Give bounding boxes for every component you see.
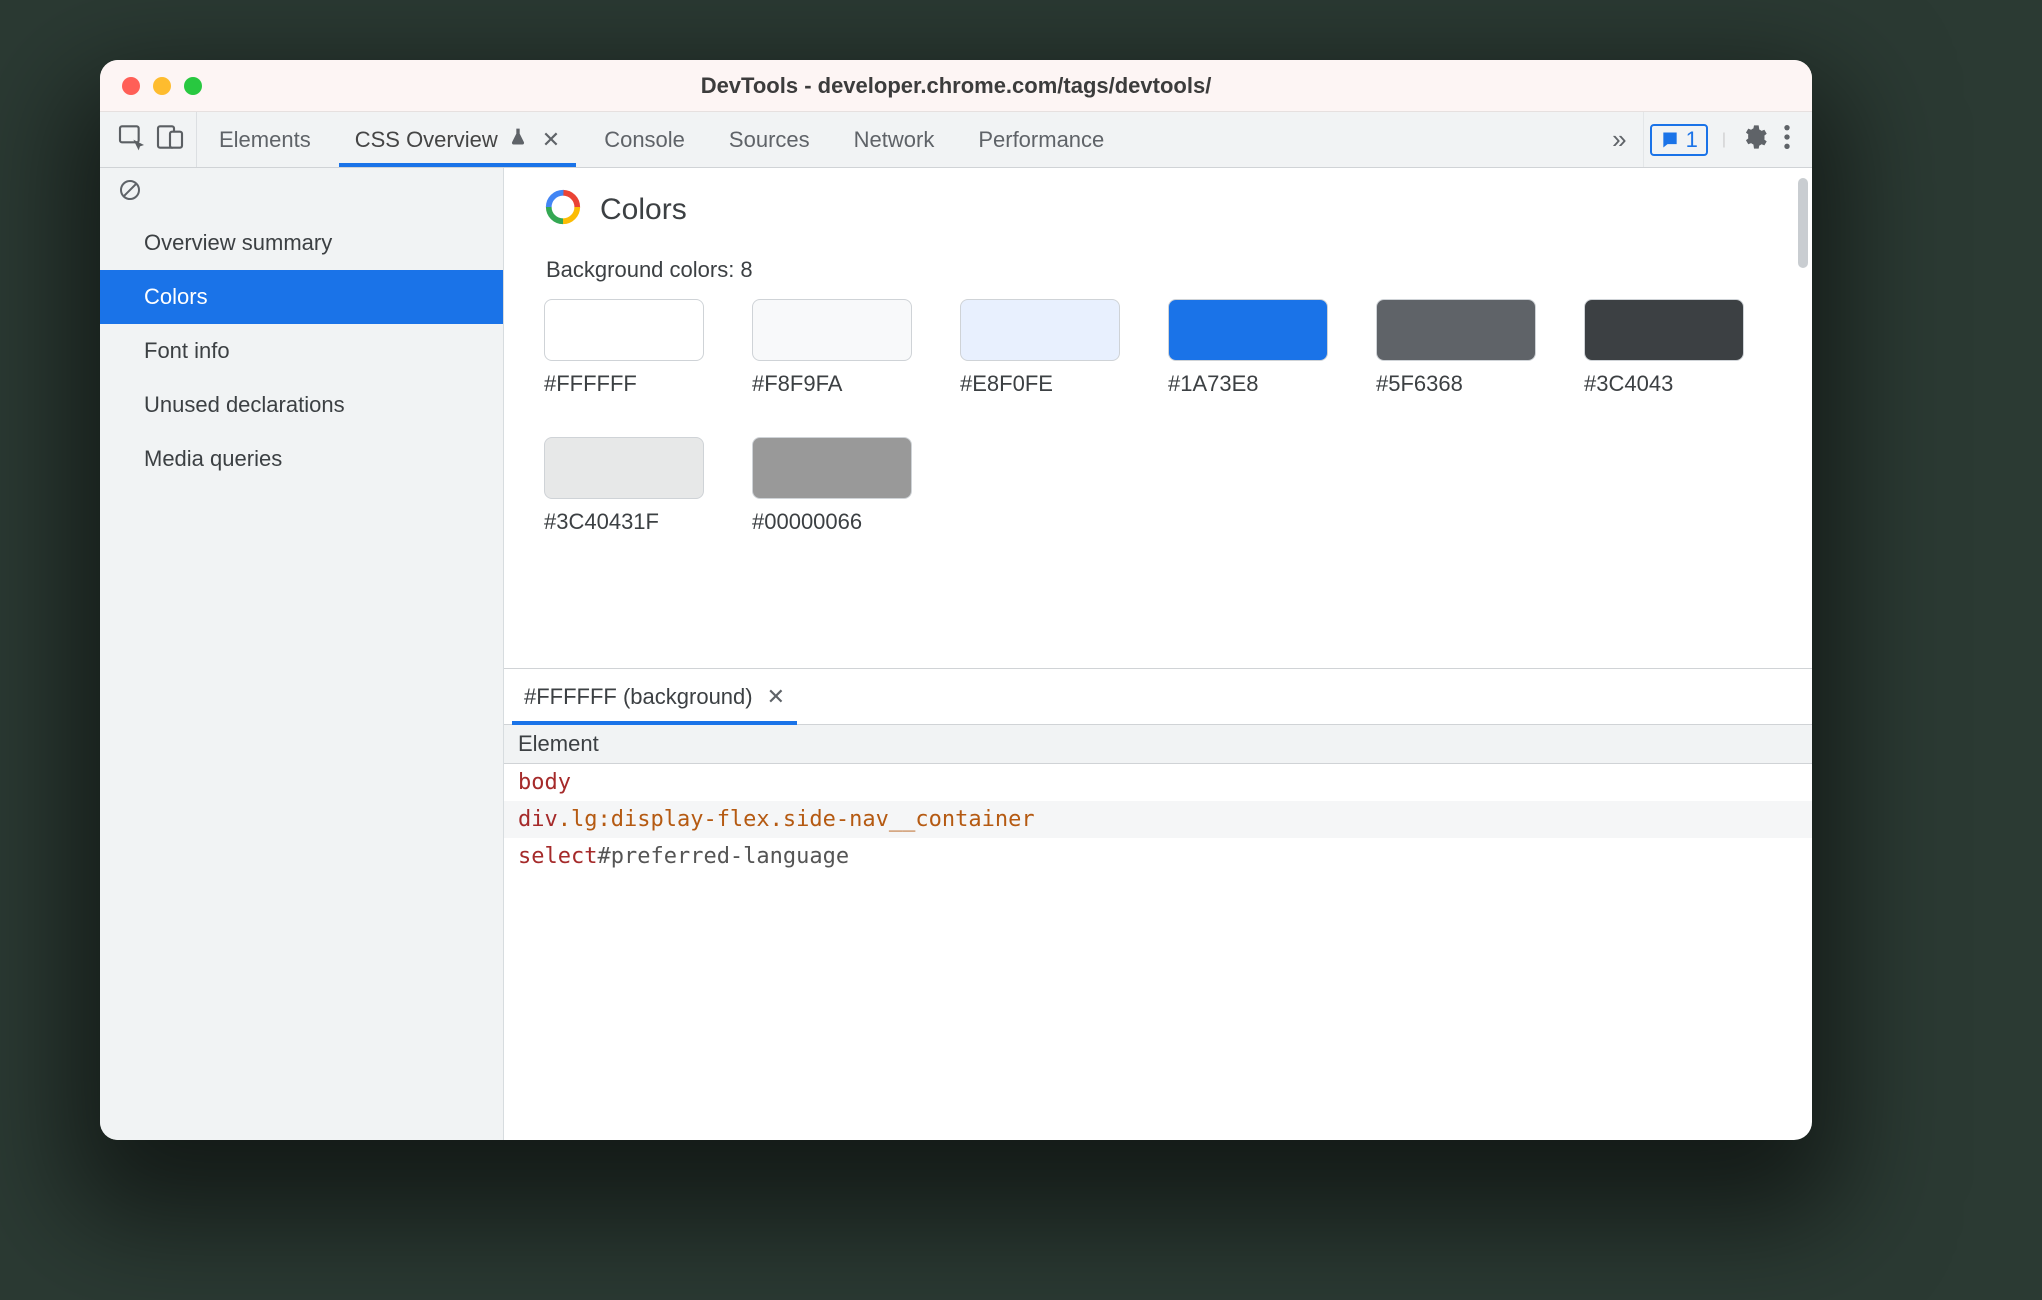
inspect-element-icon[interactable] — [116, 121, 148, 158]
more-tabs-button[interactable]: » — [1596, 112, 1642, 167]
swatch-chip — [544, 299, 704, 361]
issues-badge[interactable]: 1 — [1650, 124, 1708, 156]
css-overview-sidebar: Overview summaryColorsFont infoUnused de… — [100, 168, 504, 1140]
title-bar: DevTools - developer.chrome.com/tags/dev… — [100, 60, 1812, 112]
element-row[interactable]: select#preferred-language — [504, 838, 1812, 875]
swatch-label: #E8F0FE — [960, 371, 1120, 397]
close-window-button[interactable] — [122, 77, 140, 95]
swatch-label: #3C4043 — [1584, 371, 1744, 397]
main-panel: Colors Background colors: 8 #FFFFFF #F8F9… — [504, 168, 1812, 1140]
section-label: Background colors: 8 — [546, 257, 1772, 283]
swatch-label: #1A73E8 — [1168, 371, 1328, 397]
token: body — [518, 770, 571, 795]
drawer-column-header: Element — [504, 725, 1812, 764]
kebab-menu-icon[interactable] — [1782, 123, 1792, 156]
color-swatch[interactable]: #3C4043 — [1584, 299, 1744, 397]
element-row[interactable]: div.lg:display-flex.side-nav__container — [504, 801, 1812, 838]
close-tab-icon[interactable]: ✕ — [538, 127, 560, 153]
token: #preferred-language — [597, 844, 849, 869]
drawer-tab-label: #FFFFFF (background) — [524, 684, 753, 710]
tab-css-overview[interactable]: CSS Overview ✕ — [333, 112, 582, 167]
issues-count: 1 — [1686, 127, 1698, 153]
tab-performance[interactable]: Performance — [956, 112, 1126, 167]
tab-label: CSS Overview — [355, 127, 498, 153]
tab-label: Sources — [729, 127, 810, 153]
swatch-chip — [544, 437, 704, 499]
swatch-label: #F8F9FA — [752, 371, 912, 397]
swatch-label: #FFFFFF — [544, 371, 704, 397]
swatch-chip — [960, 299, 1120, 361]
color-swatch[interactable]: #5F6368 — [1376, 299, 1536, 397]
element-row[interactable]: body — [504, 764, 1812, 801]
colors-ring-icon — [544, 188, 582, 231]
token: div — [518, 807, 558, 832]
drawer-tab[interactable]: #FFFFFF (background) ✕ — [504, 669, 805, 724]
tab-console[interactable]: Console — [582, 112, 707, 167]
token: .lg:display-flex.side-nav__container — [558, 807, 1035, 832]
color-swatch[interactable]: #00000066 — [752, 437, 912, 535]
tab-elements[interactable]: Elements — [197, 112, 333, 167]
panel-title: Colors — [600, 193, 687, 227]
swatch-label: #00000066 — [752, 509, 912, 535]
tab-label: Elements — [219, 127, 311, 153]
close-drawer-tab-icon[interactable]: ✕ — [767, 684, 785, 710]
swatch-label: #3C40431F — [544, 509, 704, 535]
elements-drawer: #FFFFFF (background) ✕ Element body div.l… — [504, 668, 1812, 1140]
sidebar-item-font-info[interactable]: Font info — [100, 324, 503, 378]
tab-label: Network — [854, 127, 935, 153]
sidebar-item-colors[interactable]: Colors — [100, 270, 503, 324]
tab-label: Console — [604, 127, 685, 153]
tab-label: Performance — [978, 127, 1104, 153]
zoom-window-button[interactable] — [184, 77, 202, 95]
tab-sources[interactable]: Sources — [707, 112, 832, 167]
swatch-chip — [1376, 299, 1536, 361]
sidebar-item-media-queries[interactable]: Media queries — [100, 432, 503, 486]
window-controls — [100, 77, 280, 95]
window-title: DevTools - developer.chrome.com/tags/dev… — [280, 73, 1812, 99]
tab-network[interactable]: Network — [832, 112, 957, 167]
clear-overview-icon[interactable] — [118, 178, 142, 207]
color-swatch[interactable]: #1A73E8 — [1168, 299, 1328, 397]
minimize-window-button[interactable] — [153, 77, 171, 95]
sidebar-item-overview-summary[interactable]: Overview summary — [100, 216, 503, 270]
sidebar-item-unused-declarations[interactable]: Unused declarations — [100, 378, 503, 432]
color-swatch[interactable]: #FFFFFF — [544, 299, 704, 397]
swatch-chip — [752, 299, 912, 361]
token: select — [518, 844, 597, 869]
experiment-flask-icon — [508, 127, 528, 153]
swatch-chip — [752, 437, 912, 499]
color-swatch[interactable]: #E8F0FE — [960, 299, 1120, 397]
scrollbar-thumb[interactable] — [1798, 178, 1808, 268]
swatch-chip — [1168, 299, 1328, 361]
color-swatch[interactable]: #F8F9FA — [752, 299, 912, 397]
swatch-chip — [1584, 299, 1744, 361]
settings-icon[interactable] — [1740, 123, 1768, 156]
top-tab-strip: Elements CSS Overview ✕ Console Sources Netwo… — [100, 112, 1812, 168]
device-toolbar-icon[interactable] — [154, 121, 186, 158]
swatch-label: #5F6368 — [1376, 371, 1536, 397]
color-swatch[interactable]: #3C40431F — [544, 437, 704, 535]
devtools-window: DevTools - developer.chrome.com/tags/dev… — [100, 60, 1812, 1140]
